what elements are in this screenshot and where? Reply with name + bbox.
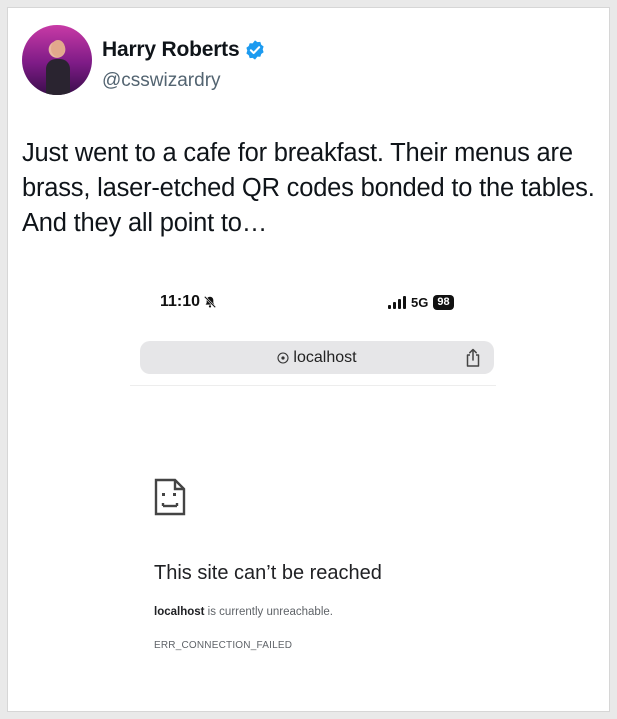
share-icon[interactable] xyxy=(464,348,482,368)
status-right: 5G 98 xyxy=(388,295,454,310)
error-description: localhost is currently unreachable. xyxy=(154,606,333,618)
tweet-text: Just went to a cafe for breakfast. Their… xyxy=(22,139,595,237)
error-code: ERR_CONNECTION_FAILED xyxy=(154,640,293,651)
url-display[interactable]: localhost xyxy=(140,341,494,374)
url-text[interactable]: localhost xyxy=(293,349,356,367)
battery-level: 98 xyxy=(433,295,454,310)
sad-document-icon xyxy=(154,478,186,516)
verified-badge-icon xyxy=(246,40,265,60)
avatar[interactable] xyxy=(22,25,92,95)
info-icon[interactable] xyxy=(277,351,289,364)
status-time: 11:10 xyxy=(160,293,217,311)
author-row: Harry Roberts xyxy=(102,38,266,62)
author-handle[interactable]: @csswizardry xyxy=(102,70,221,92)
url-bar[interactable]: localhost xyxy=(140,341,494,374)
error-host: localhost xyxy=(154,606,205,618)
error-title: This site can’t be reached xyxy=(154,562,382,584)
tweet-card: Harry Roberts @csswizardry Just went to … xyxy=(7,7,610,712)
avatar-torso xyxy=(46,59,70,95)
toolbar-divider xyxy=(130,385,496,386)
status-time-label: 11:10 xyxy=(160,293,201,310)
avatar-head xyxy=(51,40,65,57)
network-type: 5G xyxy=(411,295,429,310)
error-message: is currently unreachable. xyxy=(204,606,333,618)
author-name[interactable]: Harry Roberts xyxy=(102,38,240,62)
signal-bars-icon xyxy=(388,296,406,309)
bell-slash-icon xyxy=(204,296,217,308)
